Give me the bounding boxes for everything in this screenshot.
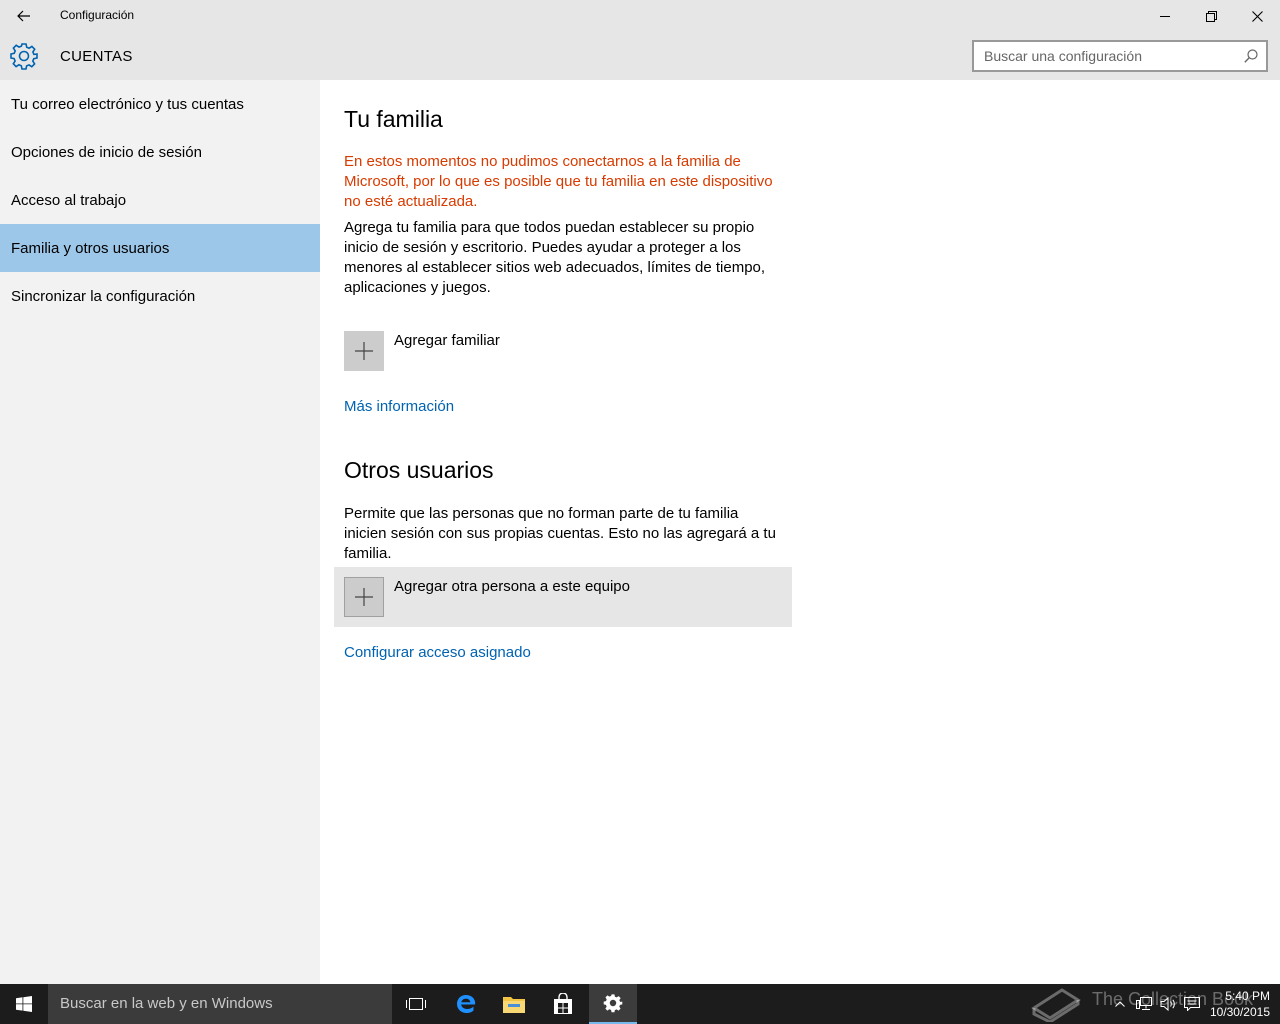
add-family-member-label: Agregar familiar (394, 332, 500, 349)
notification-icon (1184, 997, 1200, 1011)
add-other-person-label: Agregar otra persona a este equipo (394, 578, 630, 595)
show-hidden-icons-button[interactable] (1110, 984, 1130, 1024)
other-users-heading: Otros usuarios (344, 457, 494, 483)
sidebar-item-sign-in-options[interactable]: Opciones de inicio de sesión (0, 128, 320, 176)
restore-button[interactable] (1188, 0, 1234, 32)
more-info-link[interactable]: Más información (344, 398, 454, 415)
taskbar-search-box[interactable]: Buscar en la web y en Windows (48, 984, 392, 1024)
back-arrow-icon (17, 10, 30, 22)
sidebar-item-label: Tu correo electrónico y tus cuentas (11, 95, 244, 113)
settings-search-box[interactable] (972, 40, 1268, 72)
windows-logo-icon (16, 996, 32, 1012)
close-button[interactable] (1234, 0, 1280, 32)
file-explorer-icon (503, 997, 525, 1013)
volume-icon (1160, 997, 1175, 1011)
start-button[interactable] (0, 984, 48, 1024)
back-button[interactable] (0, 0, 48, 32)
network-icon (1136, 997, 1152, 1010)
clock-time: 5:40 PM (1225, 989, 1270, 1003)
add-family-member-button[interactable]: Agregar familiar (344, 331, 500, 371)
add-family-tile (344, 331, 384, 371)
family-description: Agrega tu familia para que todos puedan … (344, 219, 766, 296)
page-title: CUENTAS (60, 48, 133, 65)
window-title: Configuración (60, 8, 135, 22)
sidebar-item-sync-settings[interactable]: Sincronizar la configuración (0, 272, 320, 320)
taskbar-clock[interactable]: 5:40 PM 10/30/2015 (1200, 988, 1270, 1020)
sidebar-item-label: Familia y otros usuarios (11, 239, 170, 257)
clock-date: 10/30/2015 (1209, 1005, 1270, 1019)
sidebar-item-family-other-users[interactable]: Familia y otros usuarios (0, 224, 320, 272)
task-view-icon (406, 998, 426, 1010)
sidebar: Tu correo electrónico y tus cuentas Opci… (0, 80, 320, 984)
file-explorer-button[interactable] (490, 984, 538, 1024)
edge-icon (457, 995, 476, 1013)
close-icon (1251, 10, 1263, 22)
plus-icon (355, 588, 373, 606)
network-button[interactable] (1133, 984, 1155, 1024)
sidebar-item-label: Sincronizar la configuración (11, 287, 196, 305)
other-users-description: Permite que las personas que no forman p… (344, 505, 776, 562)
store-icon (554, 993, 572, 1014)
sidebar-item-label: Acceso al trabajo (11, 191, 127, 209)
sidebar-item-email-accounts[interactable]: Tu correo electrónico y tus cuentas (0, 80, 320, 128)
family-error-message: En estos momentos no pudimos conectarnos… (344, 153, 773, 210)
chevron-up-icon (1115, 1001, 1125, 1007)
restore-icon (1205, 10, 1217, 22)
task-view-button[interactable] (392, 984, 440, 1024)
sidebar-item-work-access[interactable]: Acceso al trabajo (0, 176, 320, 224)
minimize-icon (1160, 16, 1170, 17)
edge-button[interactable] (442, 984, 490, 1024)
volume-button[interactable] (1157, 984, 1179, 1024)
add-other-person-tile (344, 577, 384, 617)
gear-icon (10, 43, 38, 70)
add-other-person-button[interactable]: Agregar otra persona a este equipo (334, 567, 792, 627)
main-content: Tu familia En estos momentos no pudimos … (320, 80, 1280, 984)
taskbar: Buscar en la web y en Windows The Collec… (0, 984, 1280, 1024)
title-bar: Configuración (0, 0, 1280, 32)
sidebar-item-label: Opciones de inicio de sesión (11, 143, 202, 161)
settings-taskbar-button[interactable] (589, 984, 637, 1024)
settings-icon (603, 994, 623, 1013)
store-button[interactable] (539, 984, 587, 1024)
settings-search-input[interactable] (974, 42, 1234, 70)
minimize-button[interactable] (1142, 0, 1188, 32)
search-icon[interactable] (1244, 49, 1258, 63)
assigned-access-link[interactable]: Configurar acceso asignado (344, 644, 531, 661)
plus-icon (355, 342, 373, 360)
taskbar-search-text: Buscar en la web y en Windows (60, 995, 273, 1012)
page-header: CUENTAS (0, 32, 1280, 80)
family-heading: Tu familia (344, 106, 443, 132)
book-watermark-icon (1031, 988, 1081, 1022)
